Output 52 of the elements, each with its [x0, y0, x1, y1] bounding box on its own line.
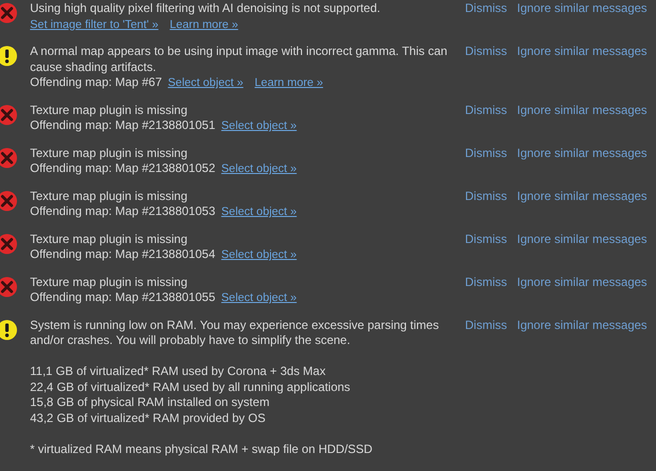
message-text: Offending map: Map #2138801054 — [30, 247, 216, 261]
dismiss-link[interactable]: Dismiss — [465, 318, 507, 333]
message-link[interactable]: Select object » — [168, 76, 244, 92]
message-link[interactable]: Set image filter to 'Tent' » — [30, 18, 158, 33]
message-text: Texture map plugin is missing — [30, 102, 188, 116]
ignore-link[interactable]: Ignore similar messages — [517, 102, 648, 118]
message-text: Offending map: Map #67 — [30, 75, 162, 89]
ignore-link[interactable]: Ignore similar messages — [517, 318, 648, 333]
ignore-link[interactable]: Ignore similar messages — [517, 188, 648, 204]
ignore-link[interactable]: Ignore similar messages — [517, 1, 648, 16]
message-text: Offending map: Map #2138801052 — [30, 161, 216, 175]
message-text: 22,4 GB of virtualized* RAM used by all running applications — [30, 380, 350, 394]
message-text: Texture map plugin is missing — [30, 232, 188, 246]
dismiss-link[interactable]: Dismiss — [465, 1, 507, 16]
message-text: 43,2 GB of virtualized* RAM provided by OS — [30, 410, 266, 424]
message-text: Offending map: Map #2138801051 — [30, 118, 216, 132]
message-link[interactable]: Select object » — [221, 162, 297, 178]
message-text: Offending map: Map #2138801055 — [30, 290, 216, 304]
error-icon — [0, 276, 18, 298]
dismiss-link[interactable]: Dismiss — [465, 274, 507, 290]
message-text: * virtualized RAM means physical RAM + swap file on HDD/SSD — [30, 442, 372, 456]
message-text: Texture map plugin is missing — [30, 146, 188, 160]
message-text: Texture map plugin is missing — [30, 188, 188, 202]
dismiss-link[interactable]: Dismiss — [465, 102, 507, 118]
message-text: Texture map plugin is missing — [30, 274, 188, 288]
error-icon — [0, 104, 18, 126]
warning-icon — [0, 45, 18, 67]
message-text: 15,8 GB of physical RAM installed on system — [30, 395, 270, 409]
ignore-link[interactable]: Ignore similar messages — [517, 146, 648, 161]
message-text: 11,1 GB of virtualized* RAM used by Corona + 3ds Max — [30, 364, 326, 378]
message-link[interactable]: Select object » — [221, 291, 297, 306]
message-text: Offending map: Map #2138801053 — [30, 204, 216, 218]
message-text: A normal map appears to be using input image with incorrect gamma. This can cause shading artifacts. — [30, 44, 448, 74]
dismiss-link[interactable]: Dismiss — [465, 188, 507, 204]
message-text: Using high quality pixel filtering with AI denoising is not supported. — [30, 1, 380, 15]
warning-icon — [0, 318, 18, 340]
ignore-link[interactable]: Ignore similar messages — [517, 232, 648, 247]
error-icon — [0, 146, 18, 168]
error-icon — [0, 232, 18, 254]
message-link[interactable]: Learn more » — [254, 76, 324, 92]
error-icon — [0, 2, 18, 24]
ignore-link[interactable]: Ignore similar messages — [517, 44, 648, 60]
message-text: System is running low on RAM. You may experience excessive parsing times and/or crashes. You will probably have to simplify the scene. — [30, 318, 439, 347]
dismiss-link[interactable]: Dismiss — [465, 146, 507, 161]
message-link[interactable]: Learn more » — [170, 18, 238, 33]
ignore-link[interactable]: Ignore similar messages — [517, 274, 648, 290]
message-link[interactable]: Select object » — [221, 119, 297, 134]
dismiss-link[interactable]: Dismiss — [465, 44, 507, 60]
message-link[interactable]: Select object » — [221, 248, 297, 264]
error-icon — [0, 190, 18, 212]
message-link[interactable]: Select object » — [221, 205, 297, 220]
dismiss-link[interactable]: Dismiss — [465, 232, 507, 247]
